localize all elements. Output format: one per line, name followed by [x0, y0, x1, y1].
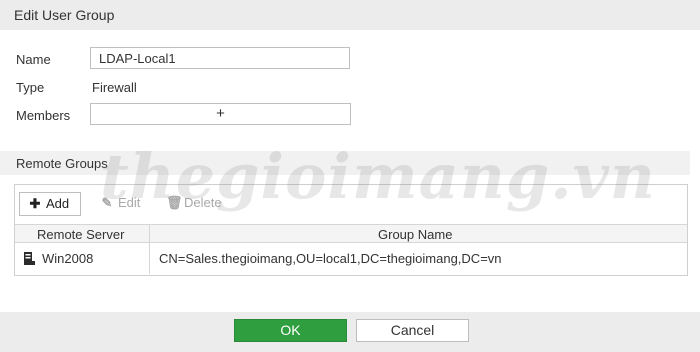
- watermark: thegioimang.vn: [100, 140, 656, 213]
- dialog-titlebar: Edit User Group: [0, 0, 700, 30]
- server-icon: [24, 252, 35, 265]
- remote-groups-title: Remote Groups: [16, 156, 108, 171]
- type-value: Firewall: [92, 80, 137, 95]
- name-label: Name: [16, 52, 51, 67]
- column-header-remote-server[interactable]: Remote Server: [37, 227, 124, 242]
- add-button-label: Add: [46, 196, 70, 211]
- group-name-cell: CN=Sales.thegioimang,OU=local1,DC=thegio…: [159, 251, 502, 266]
- cancel-button[interactable]: Cancel: [356, 319, 469, 342]
- remote-server-cell: Win2008: [42, 251, 94, 266]
- table-header: Remote Server Group Name: [15, 224, 687, 243]
- name-input[interactable]: [90, 47, 350, 69]
- dialog-title: Edit User Group: [14, 7, 115, 23]
- column-header-group-name[interactable]: Group Name: [378, 227, 452, 242]
- plus-icon: +: [216, 105, 225, 122]
- members-label: Members: [16, 108, 71, 123]
- ok-button[interactable]: OK: [234, 319, 347, 342]
- dialog-footer: [0, 312, 700, 352]
- add-button[interactable]: ✚ Add: [19, 192, 81, 216]
- plus-icon: ✚: [29, 196, 41, 211]
- members-add-field[interactable]: +: [90, 103, 351, 125]
- type-label: Type: [16, 80, 45, 95]
